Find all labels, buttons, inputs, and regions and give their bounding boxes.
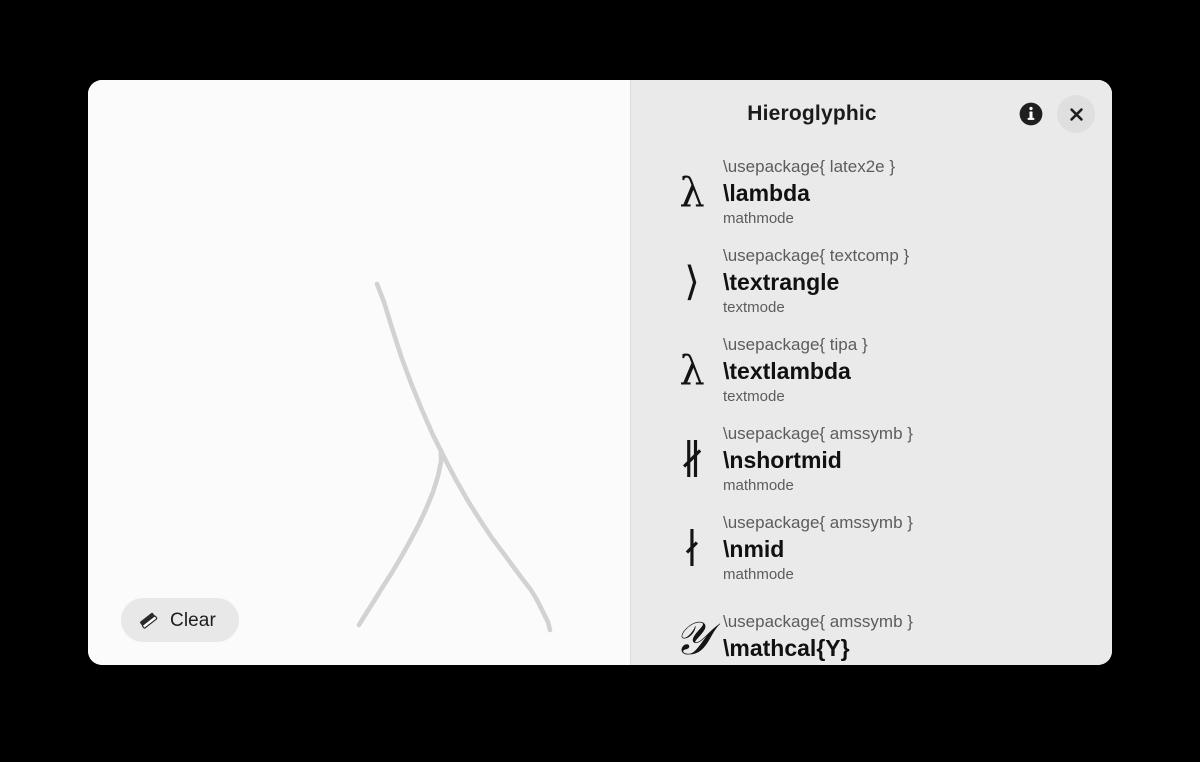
mode-text: mathmode [723, 565, 794, 583]
clear-button[interactable]: Clear [121, 598, 239, 642]
ink-drawing-area[interactable] [88, 80, 630, 665]
info-button[interactable] [1017, 100, 1045, 128]
symbol-result-row[interactable]: ∤ \usepackage{ amssymb } \nmid mathmode [661, 504, 1101, 593]
header-bar: Hieroglyphic [631, 80, 1112, 148]
package-text: \usepackage{ amssymb } [723, 512, 913, 532]
mode-text: textmode [723, 298, 785, 316]
command-text: \textlambda [723, 357, 851, 384]
mode-text: textmode [723, 387, 785, 405]
symbol-glyph: 𝒴 [673, 610, 711, 665]
eraser-icon [140, 612, 158, 629]
command-text: \nshortmid [723, 446, 842, 473]
main-diagonal-stroke [374, 281, 553, 633]
symbol-glyph: λ [679, 347, 705, 394]
symbol-result-text: \usepackage{ amssymb } \nmid mathmode [723, 512, 1101, 585]
command-text: \textrangle [723, 268, 840, 295]
command-text: \mathcal{Y} [723, 635, 850, 662]
package-text: \usepackage{ amssymb } [723, 423, 913, 443]
results-pane: Hieroglyphic λ \usepackage{latex2e} \l… [631, 80, 1112, 665]
symbol-result-text: \usepackage{ textcomp } \textrangle textmo… [723, 245, 1101, 318]
symbol-result-text: \usepackage{ amssymb } \mathcal{Y} [723, 611, 1101, 664]
drawing-canvas-pane[interactable]: Clear [88, 80, 631, 665]
mode-text: mathmode [723, 476, 794, 494]
package-text: \usepackage{ latex2e } [723, 156, 896, 176]
symbol-results-list[interactable]: λ \usepackage{ latex2e } \lambda mathmode ⟩ \… [631, 148, 1112, 665]
app-window: Clear Hieroglyphic λ \usepackage{latex2… [88, 80, 1112, 665]
symbol-result-row[interactable]: ⟩ \usepackage{ textcomp } \textrangle textm… [661, 237, 1101, 326]
symbol-result-text: \usepackage{ tipa } \textlambda textmode [723, 334, 1101, 407]
symbol-result-row[interactable]: 𝒴 \usepackage{ amssymb } \mathcal{Y} [661, 593, 1101, 665]
symbol-result-text: \usepackage{ latex2e } \lambda mathmode [723, 156, 1101, 229]
symbol-glyph: ⟩ [684, 258, 700, 305]
symbol-glyph: ∦ [679, 436, 705, 483]
screen-root: Clear Hieroglyphic λ \usepackage{latex2… [0, 0, 1200, 762]
symbol-result-row[interactable]: λ \usepackage{ tipa } \textlambda textmode [661, 326, 1101, 415]
mode-text: mathmode [723, 209, 794, 227]
close-x-icon [1069, 107, 1083, 121]
package-text: \usepackage{ amssymb } [723, 612, 913, 632]
symbol-result-row[interactable]: λ \usepackage{ latex2e } \lambda mathmode [661, 148, 1101, 237]
left-leg-stroke [356, 447, 444, 628]
header-buttons [1017, 95, 1095, 133]
package-text: \usepackage{ textcomp } [723, 245, 910, 265]
symbol-result-row[interactable]: ∦ \usepackage{ amssymb } \nshortmid mathmod… [661, 415, 1101, 504]
command-text: \lambda [723, 179, 810, 206]
symbol-glyph: ∤ [682, 525, 702, 572]
symbol-glyph: λ [679, 169, 705, 216]
symbol-result-text: \usepackage{ amssymb } \nshortmid mathmode [723, 423, 1101, 496]
close-button[interactable] [1057, 95, 1095, 133]
info-circle-icon [1019, 102, 1043, 126]
command-text: \nmid [723, 535, 785, 562]
package-text: \usepackage{ tipa } [723, 334, 868, 354]
clear-button-label: Clear [170, 609, 216, 631]
